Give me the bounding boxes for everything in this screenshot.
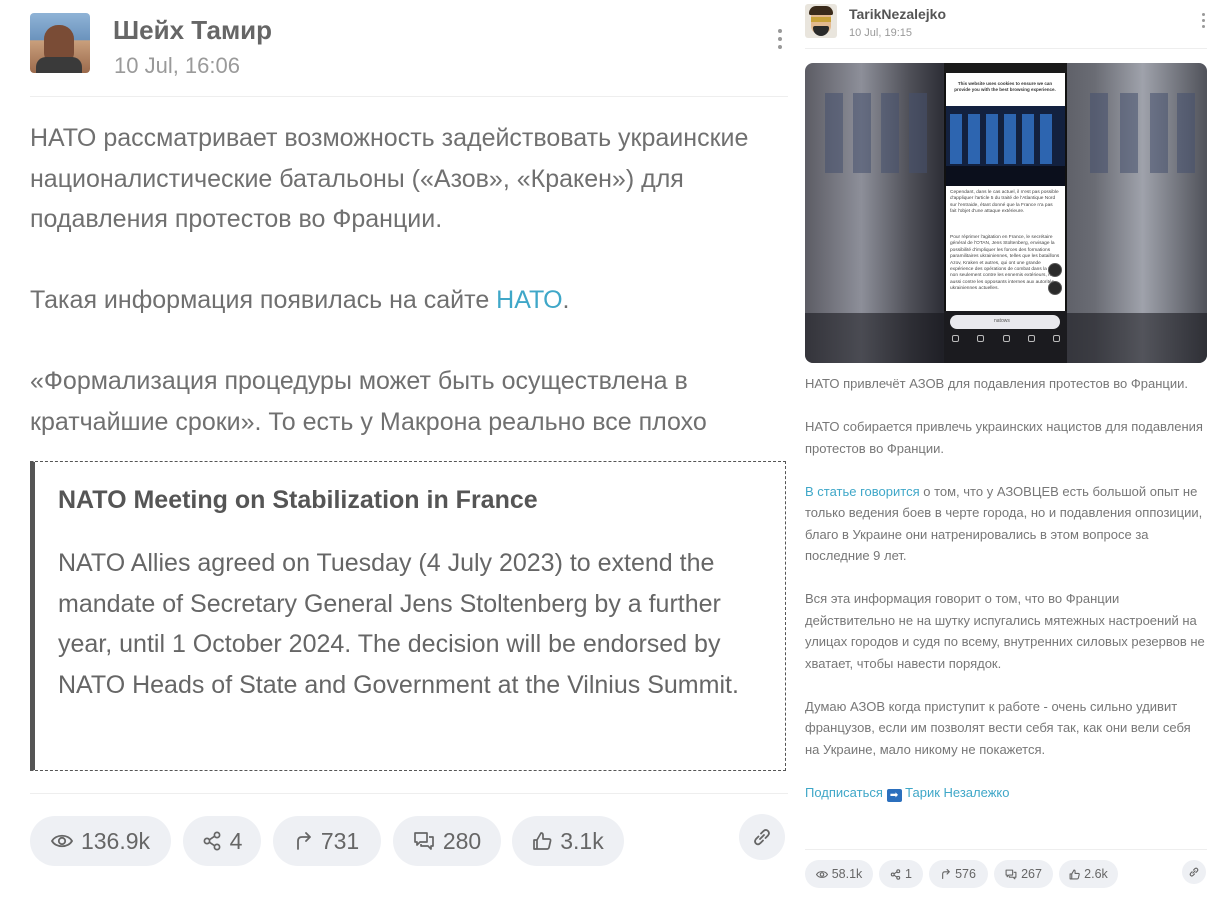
comments-counter[interactable]: 267 — [994, 860, 1053, 888]
left-post: Шейх Тамир 10 Jul, 16:06 НАТО рассматрив… — [30, 0, 788, 904]
post-image[interactable]: This website uses cookies to ensure we c… — [805, 63, 1207, 363]
forwards-counter[interactable]: 731 — [273, 816, 381, 866]
post-paragraph: НАТО рассматривает возможность задейство… — [30, 124, 749, 233]
nato-link[interactable]: НАТО — [496, 286, 562, 314]
link-icon — [754, 829, 770, 846]
post-stats: 58.1k 1 576 267 2.6k — [805, 860, 1207, 888]
nato-photo — [946, 106, 1065, 186]
shares-counter[interactable]: 4 — [183, 816, 261, 866]
views-count: 58.1k — [831, 867, 863, 881]
share-icon — [203, 831, 221, 851]
more-options-icon[interactable] — [1202, 13, 1205, 28]
article-text: Cependant, dans le cas actuel, il n'est … — [950, 190, 1059, 215]
forward-arrow-icon — [296, 832, 311, 850]
divider — [805, 849, 1207, 850]
cookie-notice: This website uses cookies to ensure we c… — [954, 81, 1056, 92]
address-bar: natows — [950, 315, 1060, 329]
post-paragraph: В статье говорится о том, что у АЗОВЦЕВ … — [805, 483, 1203, 564]
share-icon — [890, 868, 901, 880]
divider — [30, 793, 788, 794]
post-paragraph: Думаю АЗОВ когда приступит к работе - оч… — [805, 698, 1191, 757]
author-avatar[interactable] — [30, 13, 90, 73]
post-paragraph: «Формализация процедуры может быть осуще… — [30, 367, 707, 436]
divider — [805, 48, 1207, 49]
post-body: НАТО рассматривает возможность задейство… — [30, 118, 770, 483]
subscribe-link[interactable]: Подписаться — [805, 785, 883, 800]
subscribe-line: Подписаться ➡ Тарик Незалежко — [805, 782, 1207, 804]
views-counter[interactable]: 58.1k — [805, 860, 873, 888]
browser-toolbar: natows — [944, 311, 1067, 363]
post-paragraph: НАТО собирается привлечь украинских наци… — [805, 419, 1203, 456]
shares-count: 4 — [229, 827, 243, 854]
post-paragraph: НАТО привлечёт АЗОВ для подавления проте… — [805, 376, 1188, 391]
post-date: 10 Jul, 19:15 — [849, 27, 912, 39]
post-stats: 136.9k 4 731 280 3.1k — [30, 814, 788, 866]
right-post: TarikNezalejko 10 Jul, 19:15 This websit… — [805, 0, 1207, 904]
post-date: 10 Jul, 16:06 — [114, 53, 240, 78]
thumbs-up-icon — [1069, 869, 1080, 879]
comments-count: 280 — [442, 827, 482, 854]
comments-counter[interactable]: 280 — [393, 816, 501, 866]
comments-icon — [1005, 869, 1017, 879]
forwards-count: 576 — [955, 867, 976, 881]
likes-counter[interactable]: 3.1k — [512, 816, 624, 866]
likes-count: 3.1k — [560, 827, 604, 854]
article-link[interactable]: В статье говорится — [805, 484, 920, 499]
quote-title: NATO Meeting on Stabilization in France — [58, 486, 538, 514]
arrow-right-icon: ➡ — [886, 788, 902, 802]
post-header: Шейх Тамир 10 Jul, 16:06 — [30, 13, 788, 83]
comments-icon — [413, 832, 434, 850]
likes-counter[interactable]: 2.6k — [1059, 860, 1118, 888]
copy-link-button[interactable] — [1182, 860, 1206, 884]
forward-arrow-icon — [942, 869, 950, 879]
quote-body: NATO Allies agreed on Tuesday (4 July 20… — [58, 549, 739, 699]
eye-icon — [50, 834, 73, 848]
phone-screenshot: This website uses cookies to ensure we c… — [944, 63, 1067, 363]
post-body: НАТО привлечёт АЗОВ для подавления проте… — [805, 373, 1207, 825]
shares-count: 1 — [905, 867, 912, 881]
article-text: Pour réprimer l'agitation en France, le … — [950, 235, 1060, 292]
post-paragraph: Вся эта информация говорит о том, что во… — [805, 591, 1205, 671]
post-paragraph: Такая информация появилась на сайте НАТО… — [30, 286, 570, 314]
author-name[interactable]: TarikNezalejko — [849, 6, 946, 22]
share-fab-icon — [1048, 263, 1062, 277]
shares-counter[interactable]: 1 — [879, 860, 923, 888]
link-icon — [1189, 867, 1199, 877]
more-options-icon[interactable] — [778, 29, 782, 49]
views-count: 136.9k — [80, 827, 151, 854]
author-name[interactable]: Шейх Тамир — [113, 15, 272, 46]
forwards-counter[interactable]: 576 — [929, 860, 988, 888]
forwards-count: 731 — [320, 827, 360, 854]
scroll-up-icon — [1048, 281, 1062, 295]
channel-link[interactable]: Тарик Незалежко — [905, 785, 1009, 800]
views-counter[interactable]: 136.9k — [30, 816, 171, 866]
author-avatar[interactable] — [805, 4, 837, 38]
likes-count: 2.6k — [1084, 867, 1108, 881]
thumbs-up-icon — [533, 832, 552, 850]
eye-icon — [815, 870, 828, 878]
copy-link-button[interactable] — [739, 814, 785, 860]
divider — [30, 96, 788, 97]
quoted-article[interactable]: NATO Meeting on Stabilization in France … — [30, 461, 786, 771]
comments-count: 267 — [1021, 867, 1042, 881]
